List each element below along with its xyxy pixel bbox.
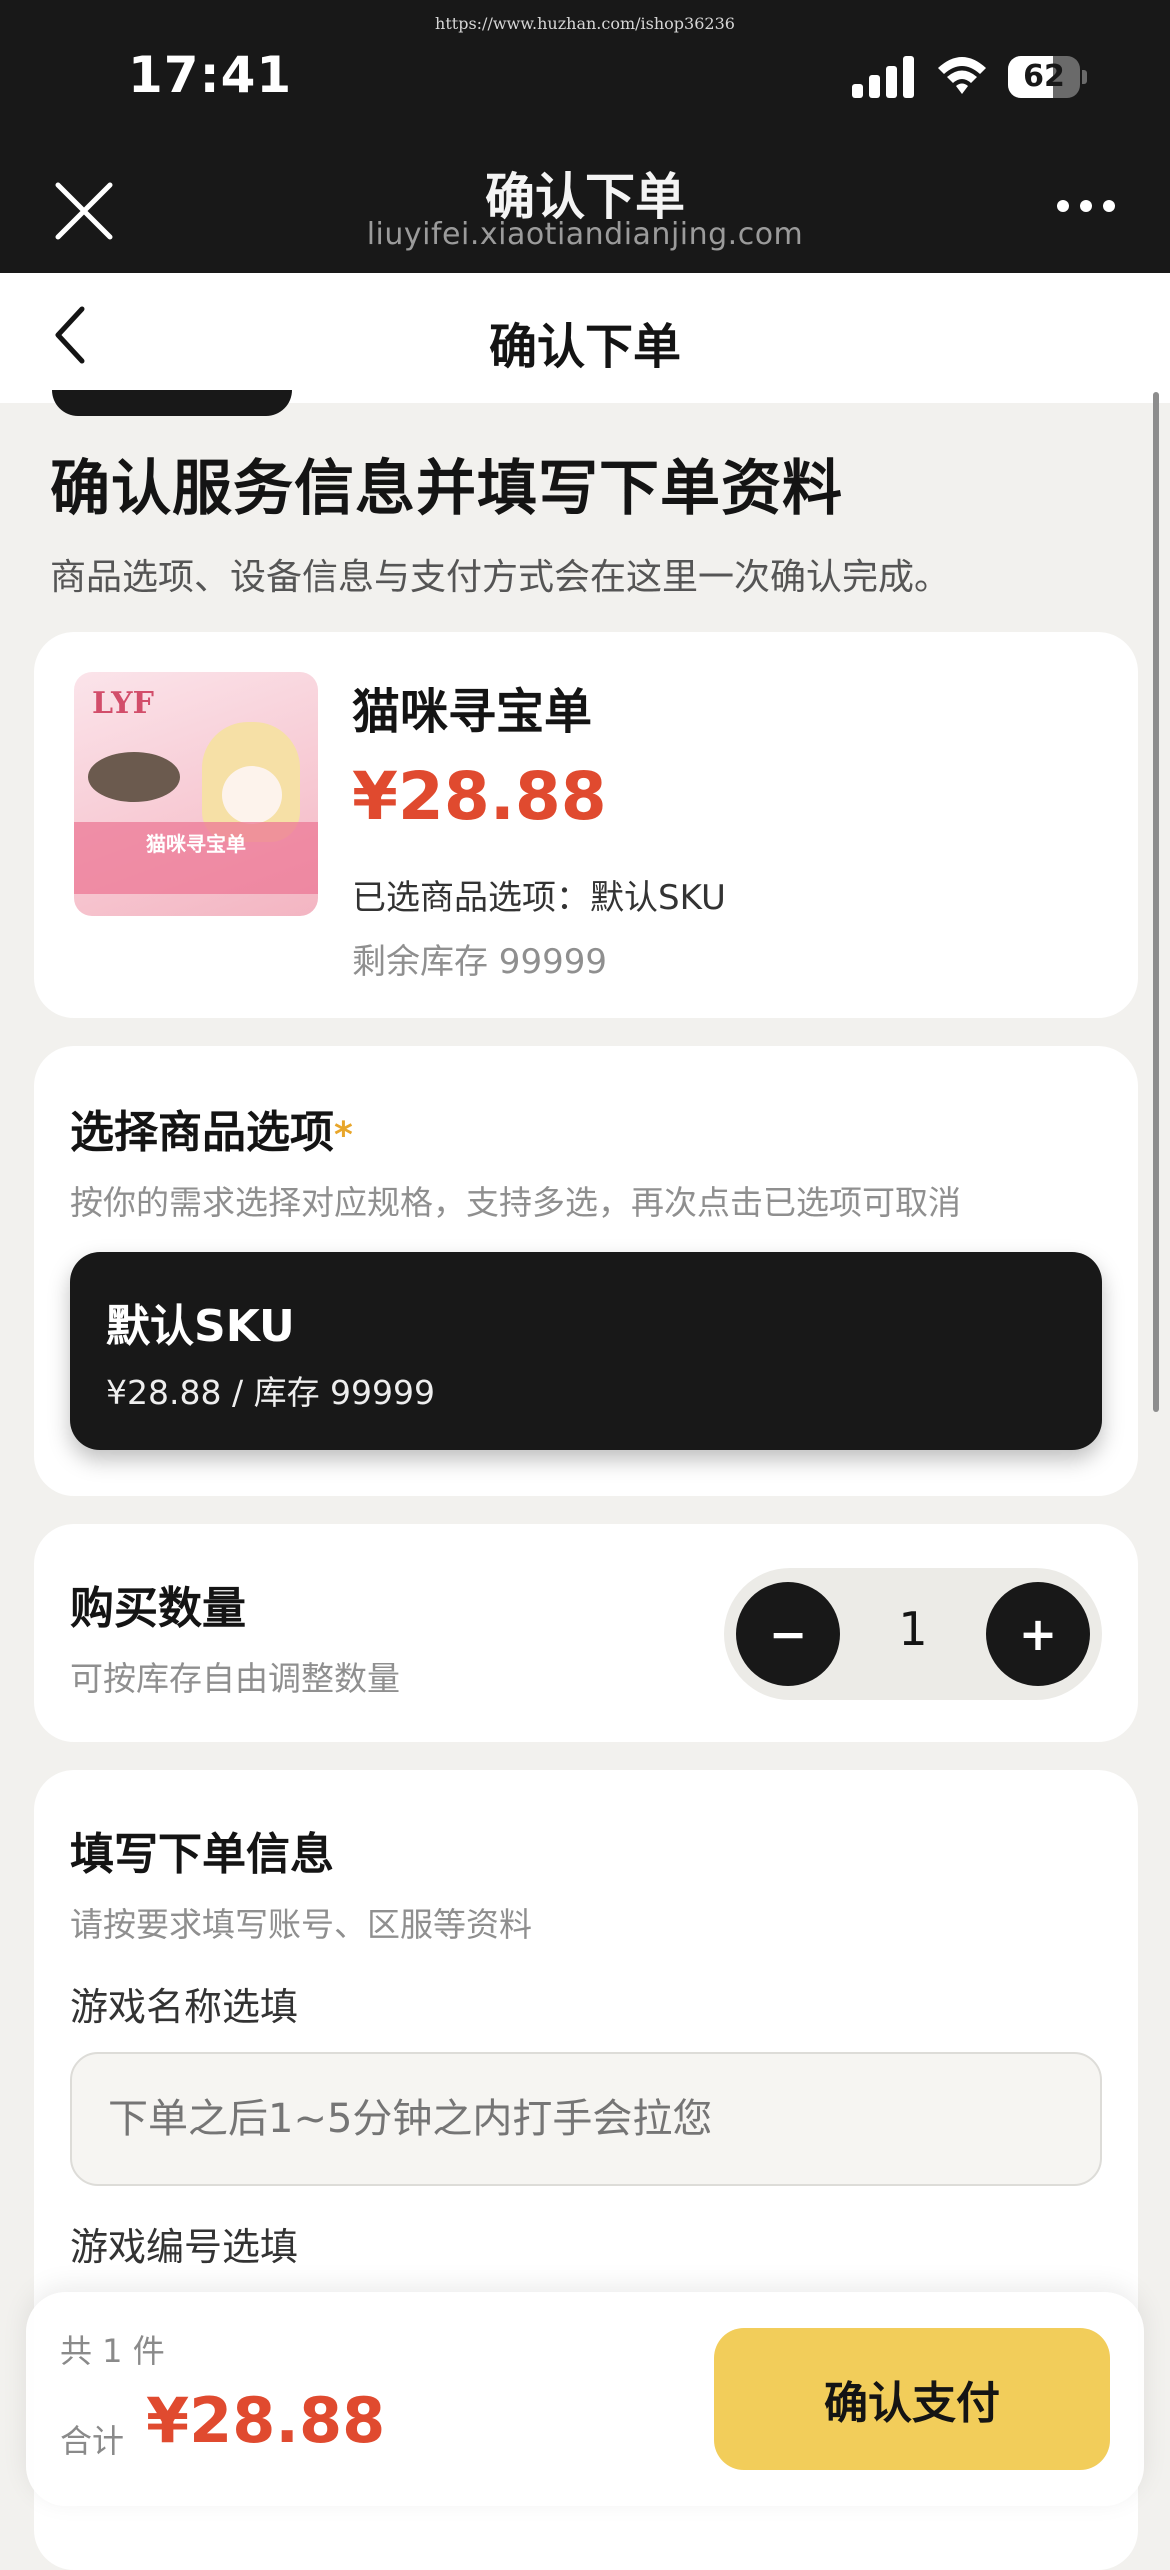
product-card: LYF 猫咪寻宝单 猫咪寻宝单 ¥28.88 已选商品选项：默认SKU 剩余库存… [34,632,1138,1018]
options-card: 选择商品选项* 按你的需求选择对应规格，支持多选，再次点击已选项可取消 默认SK… [34,1046,1138,1496]
product-name: 猫咪寻宝单 [352,684,593,740]
sku-price-stock: ¥28.88 / 库存 99999 [106,1373,436,1412]
required-mark: * [334,1115,353,1156]
scrollbar[interactable] [1153,392,1159,1412]
battery-level: 62 [1023,59,1065,94]
quantity-card: 购买数量 可按库存自由调整数量 − 1 + [34,1524,1138,1742]
status-bar: https://www.huzhan.com/ishop36236 17:41 … [0,0,1170,135]
sku-name: 默认SKU [106,1301,295,1352]
options-hint: 按你的需求选择对应规格，支持多选，再次点击已选项可取消 [70,1183,961,1222]
increase-button[interactable]: + [986,1582,1090,1686]
product-image-caption: 猫咪寻宝单 [146,832,246,856]
quantity-value[interactable]: 1 [864,1602,962,1656]
checkout-bar: 共 1 件 合计 ¥28.88 确认支付 [26,2292,1144,2506]
options-title: 选择商品选项* [70,1096,353,1160]
quantity-stepper: − 1 + [724,1568,1102,1700]
more-icon[interactable] [1056,199,1116,213]
field-label-game-id: 游戏编号选填 [70,2225,299,2269]
status-time: 17:41 [128,46,293,104]
item-count: 共 1 件 [60,2332,165,2370]
product-stock: 剩余库存 99999 [352,942,607,982]
product-image-face [222,766,282,824]
decrease-button[interactable]: − [736,1582,840,1686]
order-info-hint: 请按要求填写账号、区服等资料 [70,1905,532,1944]
section-subtitle: 商品选项、设备信息与支付方式会在这里一次确认完成。 [50,557,951,598]
battery-indicator: 62 [1008,56,1088,98]
confirm-pay-button[interactable]: 确认支付 [714,2328,1110,2470]
game-name-input[interactable] [70,2052,1102,2186]
section-heading: 确认服务信息并填写下单资料 [50,454,843,524]
total-label: 合计 [60,2422,125,2460]
page-title: 确认下单 [488,319,681,375]
order-info-title: 填写下单信息 [70,1829,334,1880]
sku-option-selected[interactable]: 默认SKU ¥28.88 / 库存 99999 [70,1252,1102,1450]
browser-host: liuyifei.xiaotiandianjing.com [366,217,804,252]
product-selected-option: 已选商品选项：默认SKU [352,878,726,918]
url-watermark: https://www.huzhan.com/ishop36236 [435,14,735,33]
signal-icon [852,56,914,98]
quantity-hint: 可按库存自由调整数量 [70,1659,400,1698]
top-pill-decoration [52,390,292,416]
page-navbar: 确认下单 [0,273,1170,403]
product-logo: LYF [92,686,154,721]
product-price: ¥28.88 [352,758,607,835]
product-image: LYF 猫咪寻宝单 [74,672,318,916]
field-label-game-name: 游戏名称选填 [70,1985,299,2029]
wifi-icon [938,57,986,94]
options-title-text: 选择商品选项 [70,1107,334,1158]
browser-header: 确认下单 liuyifei.xiaotiandianjing.com [0,135,1170,273]
total-price: ¥28.88 [146,2384,386,2457]
quantity-title: 购买数量 [70,1583,246,1634]
product-image-cat [88,752,180,802]
